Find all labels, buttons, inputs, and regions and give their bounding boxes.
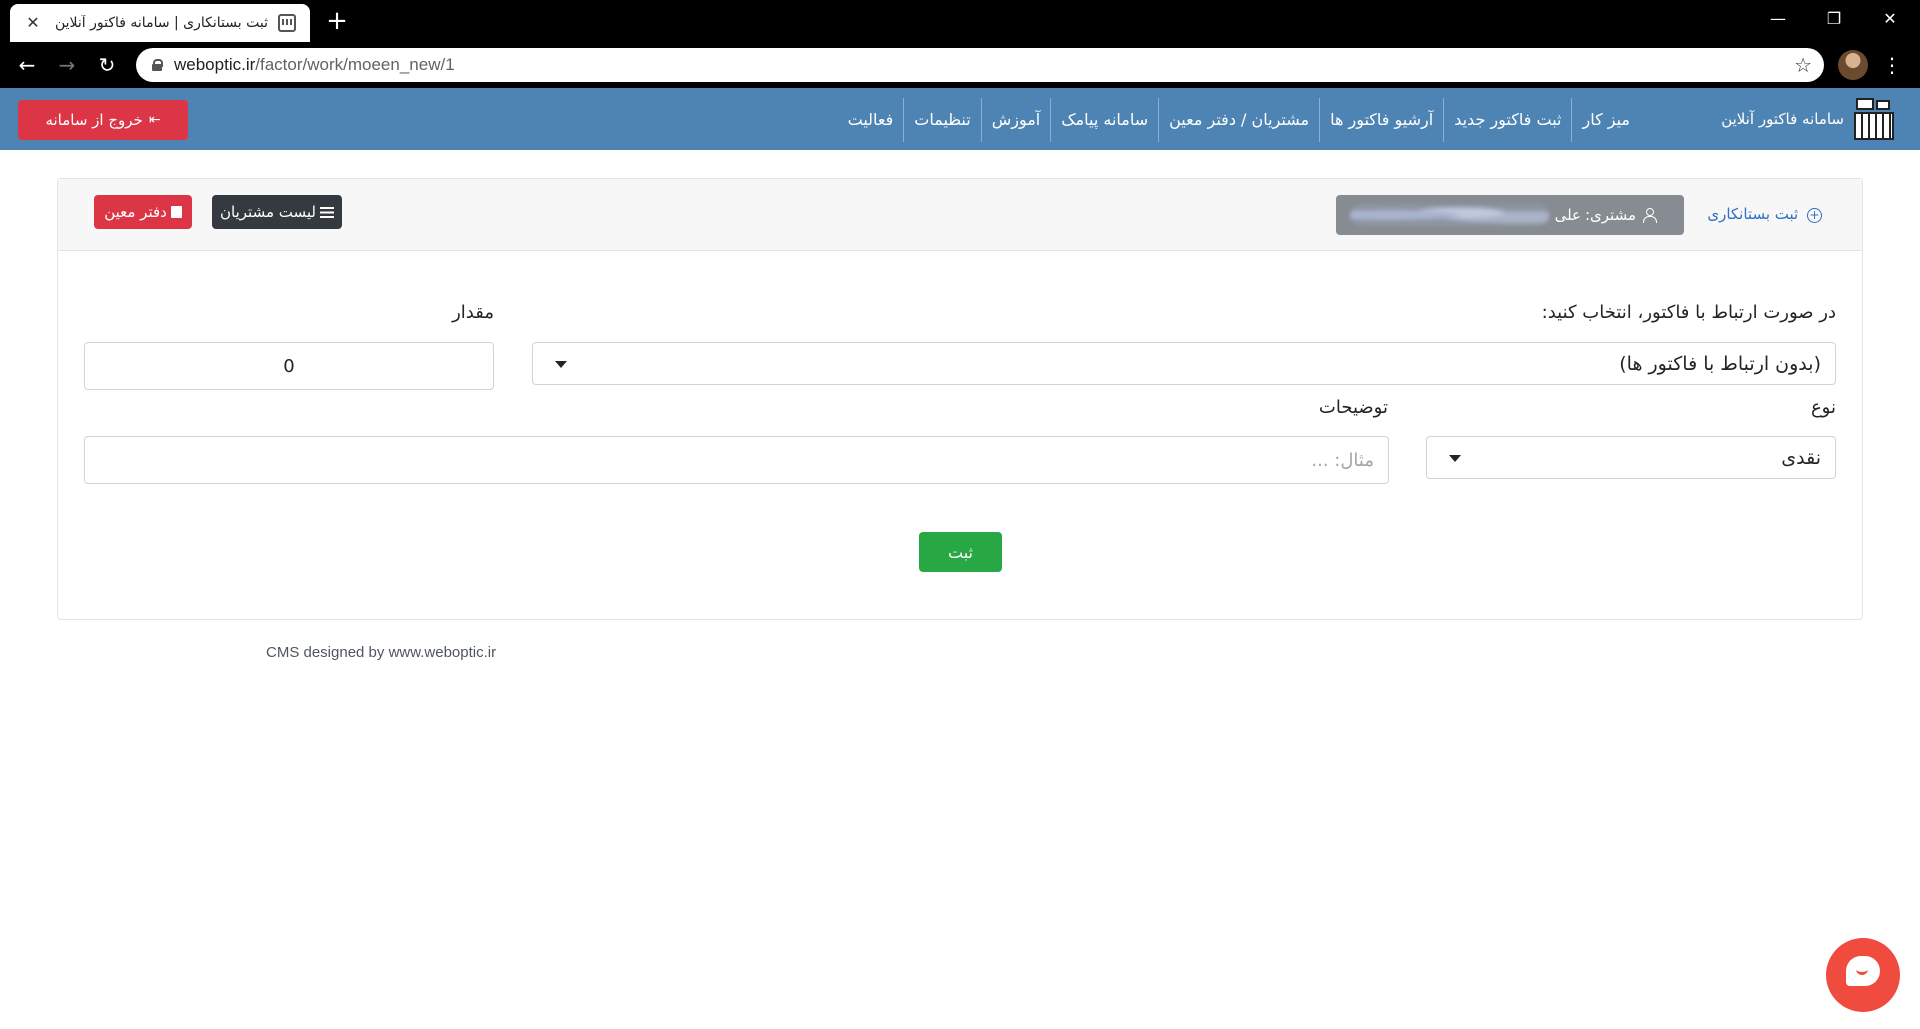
tab-close-icon[interactable]: ✕ xyxy=(24,14,42,32)
nav-item-settings[interactable]: تنظیمات xyxy=(903,98,980,142)
customer-badge: مشتری: علی xyxy=(1336,195,1684,235)
type-select[interactable]: نقدی xyxy=(1426,436,1836,479)
url-path: /factor/work/moeen_new/1 xyxy=(255,55,455,74)
nav-item-sms-system[interactable]: سامانه پیامک xyxy=(1050,98,1158,142)
back-button[interactable]: ← xyxy=(12,50,42,80)
nav-item-invoice-archive[interactable]: آرشیو فاکتور ها xyxy=(1319,98,1443,142)
window-close-button[interactable]: ✕ xyxy=(1870,4,1910,34)
browser-tab[interactable]: ثبت بستانکاری | سامانه فاکتور آنلاین ✕ xyxy=(10,4,310,42)
address-bar[interactable]: weboptic.ir/factor/work/moeen_new/1 ☆ xyxy=(136,48,1824,82)
customer-list-label: لیست مشتریان xyxy=(220,203,316,221)
card-title: + ثبت بستانکاری xyxy=(1707,205,1822,223)
url-host: weboptic.ir xyxy=(174,55,256,74)
new-tab-button[interactable]: + xyxy=(322,6,352,36)
invoice-select[interactable]: (بدون ارتباط با فاکتور ها) xyxy=(532,342,1836,385)
customer-label: مشتری: xyxy=(1584,206,1636,224)
list-icon xyxy=(319,206,334,218)
nav-item-dashboard[interactable]: میز کار xyxy=(1571,98,1640,142)
browser-titlebar: ثبت بستانکاری | سامانه فاکتور آنلاین ✕ +… xyxy=(0,0,1920,42)
bookmark-star-icon[interactable]: ☆ xyxy=(1794,53,1812,77)
reload-button[interactable]: ↻ xyxy=(92,50,122,80)
type-select-value: نقدی xyxy=(1781,446,1821,469)
footer-credit[interactable]: CMS designed by www.weboptic.ir xyxy=(266,644,496,661)
logout-button[interactable]: ⇤ خروج از سامانه xyxy=(18,100,188,140)
user-icon xyxy=(1642,208,1657,223)
amount-label: مقدار xyxy=(452,302,494,323)
profile-avatar[interactable] xyxy=(1838,50,1868,80)
ledger-button[interactable]: دفتر معین xyxy=(94,195,192,229)
nav-item-new-invoice[interactable]: ثبت فاکتور جدید xyxy=(1443,98,1571,142)
minimize-button[interactable]: — xyxy=(1758,4,1798,34)
nav-item-customers-ledger[interactable]: مشتریان / دفتر معین xyxy=(1158,98,1319,142)
customer-list-button[interactable]: لیست مشتریان xyxy=(212,195,342,229)
brand[interactable]: سامانه فاکتور آنلاین xyxy=(1721,98,1894,140)
redacted-name xyxy=(1350,204,1549,226)
lock-icon[interactable] xyxy=(152,59,163,71)
brand-name: سامانه فاکتور آنلاین xyxy=(1721,110,1844,128)
invoice-select-value: (بدون ارتباط با فاکتور ها) xyxy=(1619,352,1821,375)
description-input[interactable] xyxy=(84,436,1389,484)
chat-widget-button[interactable] xyxy=(1826,938,1900,1012)
amount-input[interactable] xyxy=(84,342,494,390)
caret-down-icon xyxy=(1449,454,1461,462)
card-title-text: ثبت بستانکاری xyxy=(1707,205,1799,223)
main-menu: میز کار ثبت فاکتور جدید آرشیو فاکتور ها … xyxy=(838,98,1640,142)
tab-title: ثبت بستانکاری | سامانه فاکتور آنلاین xyxy=(54,15,268,31)
site-navbar: سامانه فاکتور آنلاین میز کار ثبت فاکتور … xyxy=(0,88,1920,150)
chat-icon xyxy=(1846,956,1880,986)
card-header: + ثبت بستانکاری مشتری: علی لیست مشتریان … xyxy=(58,179,1862,251)
book-icon xyxy=(170,206,182,218)
nav-item-activity[interactable]: فعالیت xyxy=(838,98,904,142)
cash-register-icon xyxy=(1854,98,1894,140)
forward-button[interactable]: → xyxy=(52,50,82,80)
caret-down-icon xyxy=(555,360,567,368)
sign-out-icon: ⇤ xyxy=(148,112,161,128)
url-text[interactable]: weboptic.ir/factor/work/moeen_new/1 xyxy=(174,55,455,75)
ledger-label: دفتر معین xyxy=(104,203,167,221)
customer-name: علی xyxy=(1554,206,1581,224)
browser-toolbar: ← → ↻ weboptic.ir/factor/work/moeen_new/… xyxy=(0,42,1920,88)
plus-circle-icon: + xyxy=(1807,208,1822,223)
logout-label: خروج از سامانه xyxy=(45,111,143,129)
type-label: نوع xyxy=(1810,397,1836,418)
submit-button[interactable]: ثبت xyxy=(919,532,1002,572)
invoice-select-label: در صورت ارتباط با فاکتور، انتخاب کنید: xyxy=(1541,302,1836,323)
nav-item-tutorial[interactable]: آموزش xyxy=(980,98,1051,142)
browser-menu-icon[interactable]: ⋮ xyxy=(1880,50,1904,80)
description-label: توضیحات xyxy=(1318,397,1388,418)
favicon-icon xyxy=(278,14,296,32)
restore-button[interactable]: ❐ xyxy=(1814,4,1854,34)
